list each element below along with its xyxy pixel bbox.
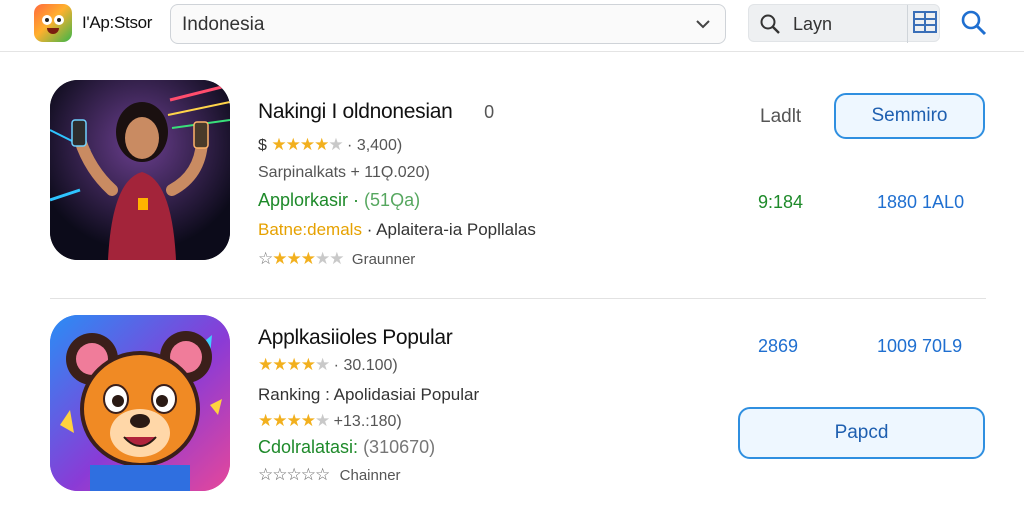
logo-mouth xyxy=(47,28,59,34)
ranking-separator: · xyxy=(366,220,373,239)
category-label: Cdolralatasi: xyxy=(258,437,359,457)
app-thumbnail-bear[interactable] xyxy=(50,315,230,491)
logo-eye-right xyxy=(54,15,64,25)
logo-eye-left xyxy=(42,15,52,25)
rating-line: ★★★★★ · 30.100) xyxy=(258,355,398,375)
category-value: (310670) xyxy=(363,437,436,457)
rating-value: 30.100) xyxy=(343,357,398,374)
store-name: I'Ap:Stsor xyxy=(82,13,153,32)
app-header: I'Ap:Stsor Indonesia Layn xyxy=(0,0,1024,52)
rating-stars-2: ★★★★★ xyxy=(258,411,330,430)
app-title[interactable]: Nakingi I oldnonesian 0 xyxy=(258,100,494,124)
rating-separator: · xyxy=(333,357,339,374)
rating-value-2: +13.:180) xyxy=(333,413,402,430)
thumbnail-illustration xyxy=(50,80,230,260)
app-store-logo[interactable] xyxy=(34,4,72,42)
ranking-line: Batne:demals · Aplaitera-ia Popllalas xyxy=(258,220,536,240)
subtitle-line: Sarpinalkats + 11Ǫ.020) xyxy=(258,164,430,181)
list-item[interactable]: Nakingi I oldnonesian 0 $ ★★★★★ · 3,400)… xyxy=(0,60,1024,296)
app-title-badge: 0 xyxy=(484,102,494,122)
hollow-rating-line: ☆☆☆☆☆ Chainner xyxy=(258,465,401,485)
secondary-label: Graunner xyxy=(351,251,416,268)
search-divider xyxy=(907,5,908,43)
ranking-value: Aplaitera-ia Popllalas xyxy=(376,220,536,239)
row-divider xyxy=(50,298,986,299)
secondary-stars: ☆★★★★★ xyxy=(258,249,344,268)
thumbnail-illustration xyxy=(50,315,230,491)
chevron-down-icon xyxy=(696,20,710,29)
country-select[interactable]: Indonesia xyxy=(170,4,726,44)
rating-stars: ★★★★★ xyxy=(271,135,343,154)
ranking-label: Batne:demals xyxy=(258,220,362,239)
rating-line: $ ★★★★★ · 3,400) xyxy=(258,135,402,155)
secondary-rating-line: ☆★★★★★ Graunner xyxy=(258,249,415,269)
hollow-stars: ☆☆☆☆☆ xyxy=(258,465,330,484)
rating-line-2: ★★★★★ +13.:180) xyxy=(258,411,402,431)
search-input-text: Layn xyxy=(793,14,833,34)
list-item[interactable]: Applkasiioles Popular ★★★★★ · 30.100) Ra… xyxy=(0,300,1024,512)
ranking-line: Ranking : Apolidasiai Popular xyxy=(258,385,480,404)
category-line: Applorkasir · (51Ǫa) xyxy=(258,190,420,211)
rating-separator: · xyxy=(347,137,353,154)
country-select-value: Indonesia xyxy=(182,14,265,35)
stat-left: 2869 xyxy=(758,336,799,356)
app-thumbnail-girl-with-phones[interactable] xyxy=(50,80,230,260)
category-label: Applorkasir · xyxy=(258,190,360,210)
stat-right: 1880 1AL0 xyxy=(877,192,965,212)
search-icon xyxy=(760,14,780,34)
category-line: Cdolralatasi: (310670) xyxy=(258,437,435,458)
action-button[interactable]: Papcd xyxy=(738,407,985,459)
rating-prefix: $ xyxy=(258,137,267,154)
app-title-text: Nakingi I oldnonesian xyxy=(258,100,453,123)
search-input[interactable]: Layn xyxy=(748,4,940,43)
status-label: Ladlt xyxy=(760,106,802,127)
category-value: (51Ǫa) xyxy=(364,190,421,210)
rating-value: 3,400) xyxy=(356,137,403,154)
install-button[interactable]: Semmiro xyxy=(834,93,985,139)
rating-stars: ★★★★★ xyxy=(258,355,330,374)
hollow-label: Chainner xyxy=(339,467,401,484)
grid-view-icon[interactable] xyxy=(913,11,937,33)
app-title[interactable]: Applkasiioles Popular xyxy=(258,326,453,350)
search-button-icon[interactable] xyxy=(960,9,988,37)
stat-right: 1009 70L9 xyxy=(877,336,963,356)
stat-left: 9:184 xyxy=(758,192,804,212)
